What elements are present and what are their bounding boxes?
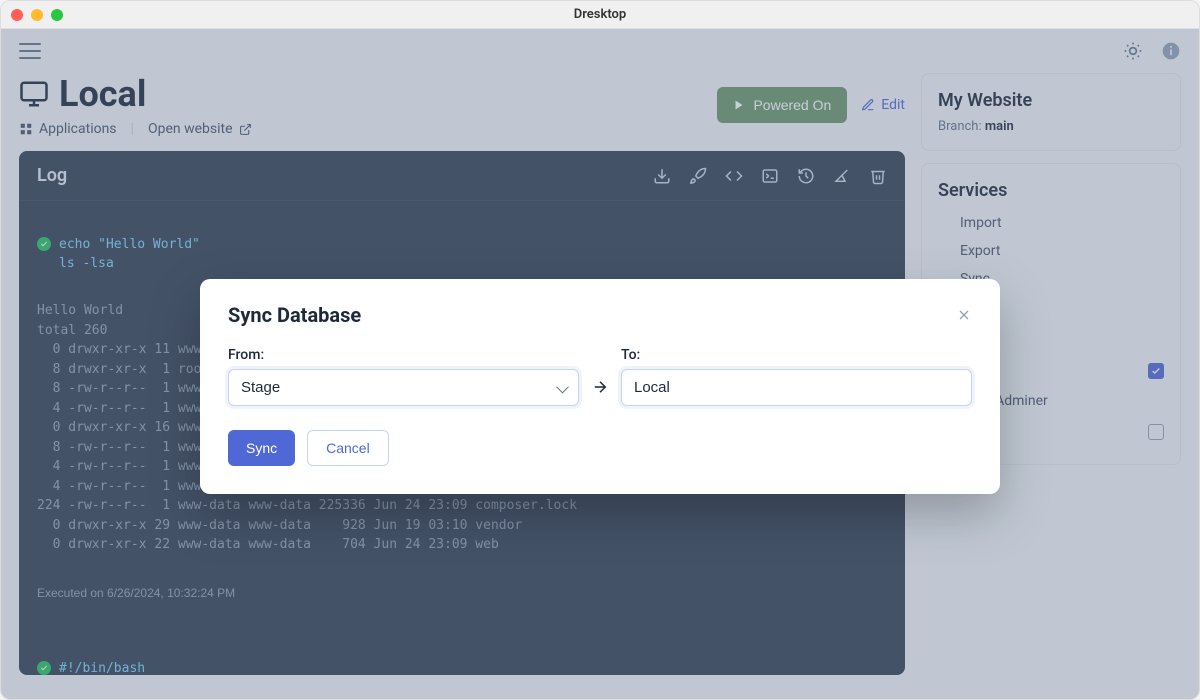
to-label: To: — [621, 347, 972, 363]
modal-title: Sync Database — [228, 303, 361, 327]
close-icon[interactable] — [956, 307, 972, 323]
titlebar: Dresktop — [1, 1, 1199, 29]
window-close-button[interactable] — [11, 9, 23, 21]
from-select[interactable]: Stage — [228, 369, 579, 406]
window-zoom-button[interactable] — [51, 9, 63, 21]
sync-database-modal: Sync Database From: Stage — [200, 279, 1000, 494]
from-label: From: — [228, 347, 579, 363]
sync-button[interactable]: Sync — [228, 430, 295, 466]
window-title: Dresktop — [574, 7, 626, 22]
window-minimize-button[interactable] — [31, 9, 43, 21]
modal-overlay: Sync Database From: Stage — [1, 29, 1199, 699]
arrow-right-icon — [591, 378, 609, 396]
to-input[interactable] — [621, 369, 972, 406]
cancel-button[interactable]: Cancel — [307, 430, 389, 466]
